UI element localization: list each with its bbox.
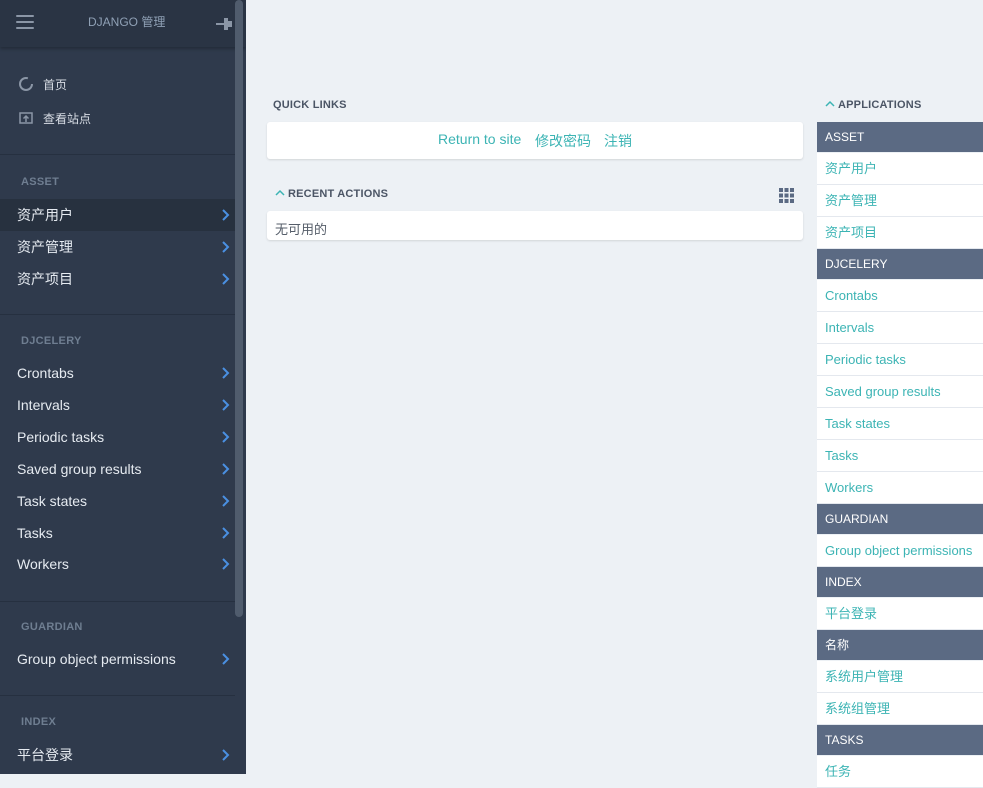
sidebar-item-asset-projects[interactable]: 资产项目 [0,263,235,295]
chevron-up-icon [825,100,835,107]
quick-links-title: QUICK LINKS [273,99,347,111]
app-link[interactable]: 系统组管理 [817,693,983,725]
app-link[interactable]: 资产管理 [817,185,983,217]
sidebar-item-platform-login[interactable]: 平台登录 [0,739,235,771]
chevron-right-icon [222,749,230,761]
sidebar-item-label: 平台登录 [17,747,73,763]
app-link[interactable]: 任务 [817,756,983,788]
change-password-link[interactable]: 修改密码 [535,131,591,151]
chevron-right-icon [222,495,230,507]
chevron-right-icon [222,463,230,475]
app-link[interactable]: 资产用户 [817,153,983,185]
app-link[interactable]: Tasks [817,440,983,472]
sidebar-item-intervals[interactable]: Intervals [0,389,235,421]
app-link[interactable]: Group object permissions [817,535,983,567]
sidebar-item-group-object-permissions[interactable]: Group object permissions [0,643,235,675]
sidebar-scrollbar[interactable] [235,0,243,617]
return-to-site-link[interactable]: Return to site [438,131,521,147]
sidebar-item-label: 首页 [43,77,68,92]
sidebar-item-workers[interactable]: Workers [0,548,235,580]
app-group-header[interactable]: ASSET [817,122,983,152]
view-site-icon [18,110,34,126]
section-title-asset: ASSET [21,176,60,188]
chevron-right-icon [222,399,230,411]
app-link[interactable]: Task states [817,408,983,440]
divider [0,695,235,696]
section-title-guardian: GUARDIAN [21,621,83,633]
sidebar-item-label: 资产用户 [17,207,73,223]
app-group-header[interactable]: GUARDIAN [817,504,983,534]
section-title-djcelery: DJCELERY [21,335,82,347]
sidebar-item-periodic-tasks[interactable]: Periodic tasks [0,421,235,453]
sidebar-item-asset-users[interactable]: 资产用户 [0,199,235,231]
divider [0,154,235,155]
recent-actions-title: RECENT ACTIONS [288,188,389,200]
chevron-right-icon [222,367,230,379]
divider [0,601,235,602]
app-group-header[interactable]: TASKS [817,725,983,755]
section-title-index: INDEX [21,716,57,728]
sidebar-item-asset-management[interactable]: 资产管理 [0,231,235,263]
app-link[interactable]: Saved group results [817,376,983,408]
quick-links-card: Return to site 修改密码 注销 [267,122,803,159]
app-link[interactable]: Crontabs [817,280,983,312]
app-link[interactable]: Intervals [817,312,983,344]
divider [0,314,235,315]
sidebar-item-label: Crontabs [17,365,74,381]
sidebar-item-saved-group-results[interactable]: Saved group results [0,453,235,485]
grid-icon[interactable] [779,188,794,203]
dashboard-icon [18,76,34,92]
sidebar-item-label: Tasks [17,525,53,541]
sidebar-item-label: Group object permissions [17,651,176,667]
chevron-right-icon [222,241,230,253]
app-group-header[interactable]: 名称 [817,630,983,660]
recent-actions-empty: 无可用的 [275,222,328,237]
logout-link[interactable]: 注销 [604,131,632,151]
sidebar: DJANGO 管理 首页 查看站点 ASSET 资产用户 资产管理 资产项目 D… [0,0,246,774]
chevron-right-icon [222,431,230,443]
sidebar-item-label: 查看站点 [43,111,92,126]
app-link[interactable]: 平台登录 [817,598,983,630]
sidebar-item-crontabs[interactable]: Crontabs [0,357,235,389]
app-group-header[interactable]: INDEX [817,567,983,597]
site-brand[interactable]: DJANGO 管理 [88,13,165,30]
chevron-up-icon [275,189,285,196]
chevron-right-icon [222,558,230,570]
sidebar-item-task-states[interactable]: Task states [0,485,235,517]
recent-actions-card: 无可用的 [267,211,803,240]
app-link[interactable]: 系统用户管理 [817,661,983,693]
sidebar-item-home[interactable]: 首页 [18,74,67,94]
sidebar-item-label: Intervals [17,397,70,413]
sidebar-item-tasks[interactable]: Tasks [0,517,235,549]
applications-header[interactable]: APPLICATIONS [825,99,921,111]
app-group-header[interactable]: DJCELERY [817,249,983,279]
sidebar-item-label: 资产管理 [17,239,73,255]
chevron-right-icon [222,209,230,221]
app-link[interactable]: Workers [817,472,983,504]
applications-list: ASSET 资产用户 资产管理 资产项目 DJCELERY Crontabs I… [817,122,983,788]
app-link[interactable]: 资产项目 [817,217,983,249]
pin-icon[interactable] [214,15,234,33]
sidebar-header: DJANGO 管理 [0,0,246,47]
chevron-right-icon [222,653,230,665]
sidebar-item-label: 资产项目 [17,271,73,287]
menu-toggle-icon[interactable] [16,15,34,31]
recent-actions-header[interactable]: RECENT ACTIONS [275,188,388,200]
sidebar-item-label: Saved group results [17,461,142,477]
sidebar-item-label: Workers [17,556,69,572]
chevron-right-icon [222,273,230,285]
app-link[interactable]: Periodic tasks [817,344,983,376]
applications-title: APPLICATIONS [838,99,922,111]
sidebar-item-label: Task states [17,493,88,509]
sidebar-item-label: Periodic tasks [17,429,105,445]
sidebar-item-view-site[interactable]: 查看站点 [18,108,91,128]
chevron-right-icon [222,527,230,539]
